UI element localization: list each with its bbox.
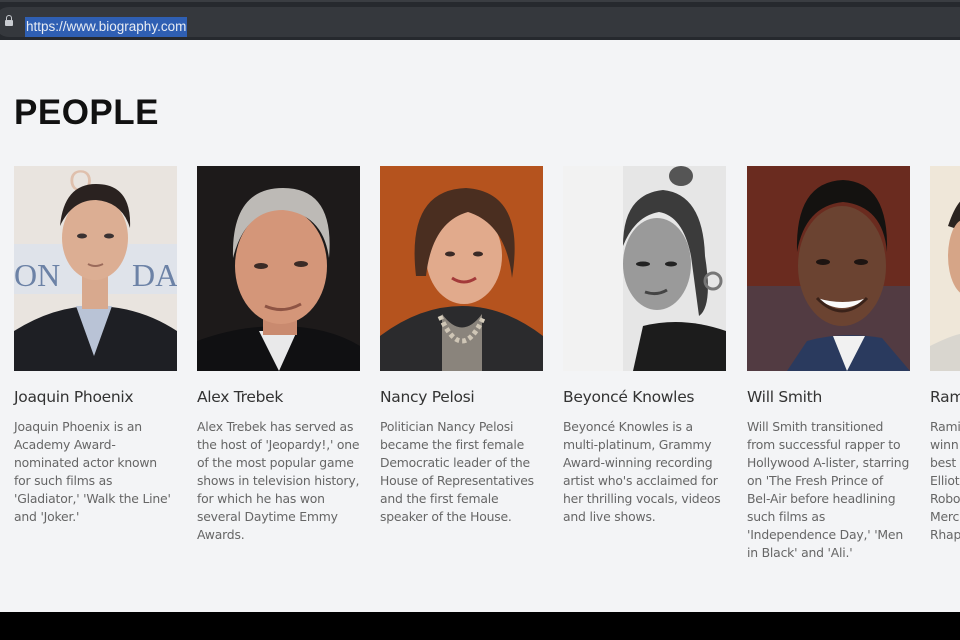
browser-toolbar: https://www.biography.com — [0, 0, 960, 40]
person-photo[interactable] — [563, 166, 726, 371]
person-name[interactable]: Beyoncé Knowles — [563, 388, 726, 406]
person-description: Alex Trebek has served as the host of 'J… — [197, 419, 360, 542]
person-name[interactable]: Nancy Pelosi — [380, 388, 543, 406]
person-photo[interactable] — [197, 166, 360, 371]
person-name[interactable]: Alex Trebek — [197, 388, 360, 406]
person-name[interactable]: Will Smith — [747, 388, 910, 406]
person-description: Rami winn best Elliot Robo Merc Rhap — [930, 419, 960, 542]
person-card-will-smith[interactable]: Will Smith Will Smith transitioned from … — [747, 166, 910, 562]
person-card-nancy-pelosi[interactable]: Nancy Pelosi Politician Nancy Pelosi bec… — [380, 166, 543, 526]
svg-text:ON: ON — [14, 257, 60, 293]
address-bar[interactable]: https://www.biography.com — [0, 7, 960, 37]
person-card-beyonce-knowles[interactable]: Beyoncé Knowles Beyoncé Knowles is a mul… — [563, 166, 726, 526]
person-photo[interactable] — [930, 166, 960, 371]
person-photo[interactable] — [747, 166, 910, 371]
person-name[interactable]: Rami — [930, 388, 960, 406]
bottom-bar — [0, 612, 960, 640]
person-name[interactable]: Joaquin Phoenix — [14, 388, 177, 406]
svg-text:DA: DA — [132, 257, 177, 293]
page-title: PEOPLE — [14, 93, 159, 132]
person-card-alex-trebek[interactable]: Alex Trebek Alex Trebek has served as th… — [197, 166, 360, 544]
person-card-joaquin-phoenix[interactable]: O ON DA Joaquin Phoenix Joaquin Phoenix … — [14, 166, 177, 526]
person-description: Joaquin Phoenix is an Academy Award-nomi… — [14, 419, 171, 524]
person-description: Will Smith transitioned from successful … — [747, 419, 910, 560]
person-description: Politician Nancy Pelosi became the first… — [380, 419, 534, 524]
person-card-rami[interactable]: Rami Rami winn best Elliot Robo Merc Rha… — [930, 166, 960, 544]
lock-icon[interactable] — [5, 15, 13, 26]
person-description: Beyoncé Knowles is a multi-platinum, Gra… — [563, 419, 721, 524]
url-text[interactable]: https://www.biography.com — [25, 17, 188, 37]
person-photo[interactable]: O ON DA — [14, 166, 177, 371]
person-photo[interactable] — [380, 166, 543, 371]
